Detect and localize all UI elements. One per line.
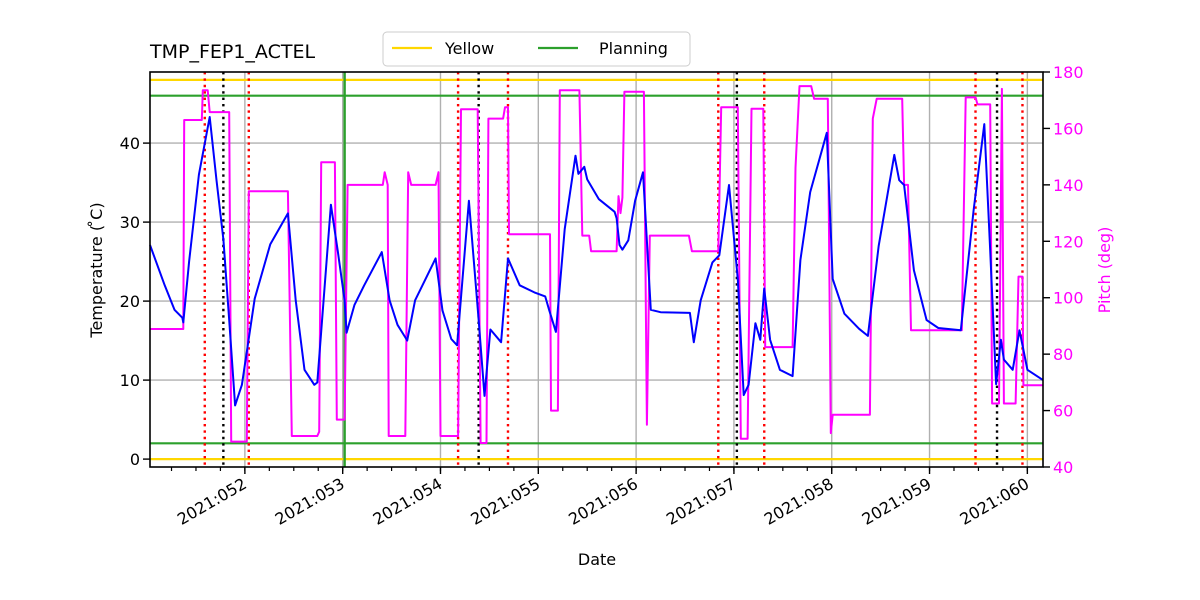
y-axis-right: 40 60 80 100 120 140 160 180 — [1043, 63, 1084, 477]
y2-tick-label: 60 — [1053, 402, 1073, 421]
y-tick-label: 20 — [120, 292, 140, 311]
series — [149, 85, 1044, 444]
x-tick-label: 2021:052 — [174, 474, 250, 529]
chart-title: TMP_FEP1_ACTEL — [149, 41, 315, 63]
legend-label-planning: Planning — [599, 39, 668, 58]
x-tick-label: 2021:057 — [663, 474, 739, 529]
x-tick-label: 2021:058 — [761, 474, 837, 529]
y-tick-label: 30 — [120, 213, 140, 232]
y2-tick-label: 160 — [1053, 119, 1084, 138]
y-axis-label: Temperature ( ̊C) — [87, 202, 106, 338]
x-axis-label: Date — [578, 550, 616, 569]
y2-tick-label: 80 — [1053, 345, 1073, 364]
y-axis-left: 0 10 20 30 40 — [120, 134, 150, 469]
y2-tick-label: 120 — [1053, 232, 1084, 251]
legend: Yellow Planning — [382, 31, 691, 67]
x-tick-label: 2021:054 — [370, 474, 446, 529]
chart: 2021:052 2021:053 2021:054 2021:055 2021:056… — [87, 31, 1114, 569]
y2-axis-label: Pitch (deg) — [1095, 227, 1114, 314]
x-tick-label: 2021:053 — [272, 474, 348, 529]
legend-label-yellow: Yellow — [444, 39, 494, 58]
vertical-markers — [203, 72, 1024, 467]
y-tick-label: 40 — [120, 134, 140, 153]
series-pitch — [150, 85, 1043, 444]
y-tick-label: 0 — [130, 450, 140, 469]
y-tick-label: 10 — [120, 371, 140, 390]
x-tick-label: 2021:055 — [467, 474, 543, 529]
y2-tick-label: 40 — [1053, 458, 1073, 477]
y2-tick-label: 100 — [1053, 289, 1084, 308]
x-tick-label: 2021:056 — [565, 474, 641, 529]
x-axis: 2021:052 2021:053 2021:054 2021:055 2021:056… — [170, 467, 1032, 529]
y2-tick-label: 140 — [1053, 176, 1084, 195]
x-tick-label: 2021:060 — [956, 474, 1032, 529]
x-tick-label: 2021:059 — [859, 474, 935, 529]
y2-tick-label: 180 — [1053, 63, 1084, 82]
